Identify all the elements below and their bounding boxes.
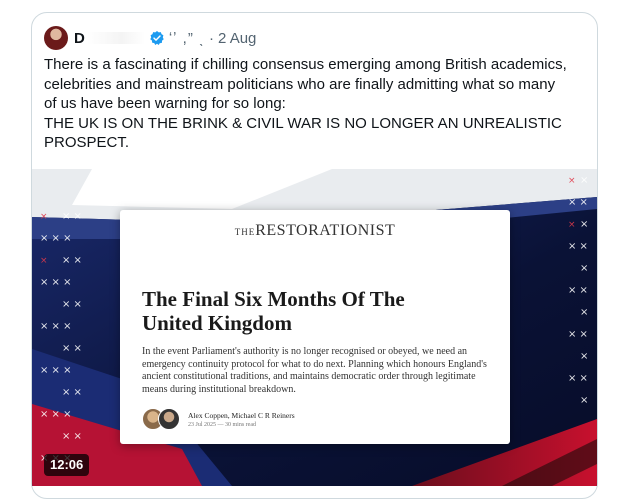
svg-text:× ×: × × [62, 343, 82, 354]
svg-text:× ×: × × [568, 329, 588, 340]
svg-text:× ×: × × [62, 299, 82, 310]
article-headline: The Final Six Months Of The United Kingd… [142, 287, 405, 335]
svg-text:× × ×: × × × [40, 321, 72, 332]
svg-text:× ×: × × [62, 211, 82, 222]
svg-text:×: × [580, 395, 588, 406]
article-authors: Alex Coppen, Michael C R Reiners [188, 410, 295, 420]
svg-text:×: × [568, 176, 576, 186]
verified-badge-icon [150, 31, 164, 45]
svg-text:× ×: × × [568, 373, 588, 384]
author-name[interactable]: D [74, 30, 85, 47]
article-byline: Alex Coppen, Michael C R Reiners 23 Jul … [142, 406, 492, 432]
svg-text:× ×: × × [62, 431, 82, 442]
video-duration-badge: 12:06 [44, 454, 90, 476]
svg-text:× ×: × × [62, 255, 82, 266]
svg-text:×: × [568, 220, 576, 230]
video-player[interactable]: × × × × × × × × × × × × × × × × × × × × … [32, 169, 597, 486]
redacted-name [86, 32, 145, 44]
svg-text:×: × [40, 256, 48, 266]
svg-text:×: × [580, 263, 588, 274]
svg-text:× × ×: × × × [40, 365, 72, 376]
svg-text:×: × [580, 219, 588, 230]
svg-text:× × ×: × × × [40, 233, 72, 244]
author-handle[interactable]: ʻʼ ,” ˎ [169, 30, 205, 47]
tweet-text: There is a fascinating if chilling conse… [44, 56, 567, 151]
svg-text:×: × [580, 175, 588, 186]
svg-text:×: × [580, 307, 588, 318]
avatar[interactable] [44, 26, 68, 50]
tweet-card[interactable]: D ʻʼ ,” ˎ · 2 Aug There is a fascinating… [31, 12, 598, 499]
tweet-date[interactable]: 2 Aug [218, 30, 256, 47]
author-avatar [158, 408, 180, 430]
svg-text:× ×: × × [568, 241, 588, 252]
svg-text:×: × [40, 212, 48, 222]
publication-logo: THERESTORATIONIST [234, 222, 396, 239]
svg-text:× ×: × × [568, 285, 588, 296]
svg-text:×: × [580, 351, 588, 362]
svg-text:× × ×: × × × [40, 409, 72, 420]
svg-text:× ×: × × [62, 387, 82, 398]
svg-text:× ×: × × [568, 197, 588, 208]
tweet-header: D ʻʼ ,” ˎ · 2 Aug [44, 25, 585, 51]
svg-text:× × ×: × × × [40, 277, 72, 288]
article-card: THERESTORATIONIST The Final Six Months O… [120, 210, 510, 444]
separator-dot: · [209, 29, 215, 47]
article-summary: In the event Parliament's authority is n… [142, 346, 487, 395]
article-meta: 23 Jul 2025 — 30 mins read [188, 421, 256, 428]
